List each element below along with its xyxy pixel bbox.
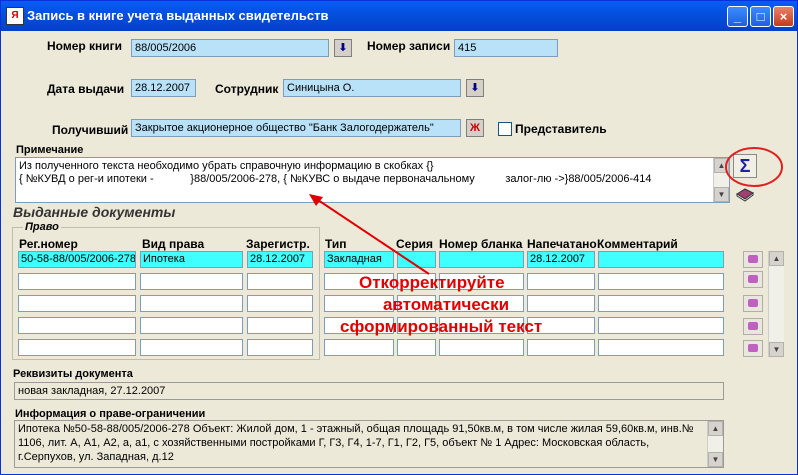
col-form-number: Номер бланка bbox=[439, 237, 523, 251]
book-number-field[interactable]: 88/005/2006 bbox=[131, 39, 329, 57]
table-cell[interactable] bbox=[140, 273, 243, 290]
right-group-label: Право bbox=[23, 221, 61, 233]
book-lookup-button[interactable]: ⬇ bbox=[334, 39, 352, 57]
employee-lookup-button[interactable]: ⬇ bbox=[466, 79, 484, 97]
col-printed: Напечатано bbox=[527, 237, 597, 251]
table-cell[interactable] bbox=[324, 339, 394, 356]
table-cell[interactable] bbox=[598, 273, 724, 290]
pencil-icon bbox=[748, 322, 758, 330]
annotation-arrow bbox=[309, 194, 430, 275]
issue-date-label: Дата выдачи bbox=[47, 82, 125, 96]
requisites-field[interactable]: новая закладная, 27.12.2007 bbox=[14, 382, 724, 400]
pencil-icon bbox=[748, 255, 758, 263]
table-cell[interactable] bbox=[598, 251, 724, 268]
representative-label: Представитель bbox=[515, 122, 607, 136]
book-number-label: Номер книги bbox=[47, 39, 123, 53]
issued-docs-title: Выданные документы bbox=[13, 204, 176, 220]
copy-doc-button[interactable] bbox=[743, 295, 763, 312]
scroll-up-icon[interactable]: ▲ bbox=[708, 421, 723, 436]
title-bar[interactable]: Я Запись в книге учета выданных свидетел… bbox=[1, 1, 797, 31]
arrow-down-icon: ⬇ bbox=[470, 82, 480, 94]
record-number-field[interactable]: 415 bbox=[454, 39, 558, 57]
table-cell[interactable] bbox=[140, 317, 243, 334]
annotation-line-1: Откорректируйте bbox=[359, 273, 505, 292]
main-window: Я Запись в книге учета выданных свидетел… bbox=[0, 0, 798, 475]
info-line-3: г.Серпухов, ул. Западная, д.12 bbox=[18, 451, 174, 463]
note-line-1: Из полученного текста необходимо убрать … bbox=[19, 160, 434, 172]
note-label: Примечание bbox=[16, 144, 84, 156]
table-cell[interactable] bbox=[598, 295, 724, 312]
table-cell[interactable] bbox=[598, 339, 724, 356]
docs-scrollbar[interactable]: ▲ ▼ bbox=[768, 251, 784, 357]
table-cell[interactable] bbox=[247, 339, 313, 356]
table-cell[interactable] bbox=[18, 339, 136, 356]
table-cell[interactable] bbox=[18, 317, 136, 334]
minimize-button[interactable]: _ bbox=[727, 6, 748, 27]
record-number-label: Номер записи bbox=[367, 39, 451, 53]
print-doc-button[interactable] bbox=[743, 318, 763, 335]
info-line-2: 1106, лит. А, А1, А2, а, а1, с хозяйстве… bbox=[18, 437, 650, 449]
scroll-down-icon[interactable]: ▼ bbox=[769, 342, 784, 357]
arrow-down-icon: ⬇ bbox=[338, 42, 348, 54]
pencil-icon bbox=[748, 299, 758, 307]
table-cell[interactable] bbox=[439, 251, 524, 268]
table-cell[interactable] bbox=[247, 295, 313, 312]
info-textarea[interactable]: Ипотека №50-58-88/005/2006-278 Объект: Ж… bbox=[14, 420, 724, 468]
table-cell[interactable]: 50-58-88/005/2006-278 bbox=[18, 251, 136, 268]
table-cell[interactable] bbox=[18, 273, 136, 290]
delete-doc-button[interactable] bbox=[743, 340, 763, 357]
annotation-line-3: сформированный текст bbox=[340, 317, 543, 336]
info-line-1: Ипотека №50-58-88/005/2006-278 Объект: Ж… bbox=[18, 423, 694, 435]
info-scrollbar[interactable]: ▲ ▼ bbox=[707, 421, 723, 467]
issue-date-field[interactable]: 28.12.2007 bbox=[131, 79, 196, 97]
recipient-label: Получивший bbox=[52, 123, 129, 137]
table-cell[interactable] bbox=[140, 295, 243, 312]
col-comment: Комментарий bbox=[597, 237, 678, 251]
table-cell[interactable] bbox=[439, 339, 524, 356]
col-right-type: Вид права bbox=[142, 237, 205, 251]
col-reg-number: Рег.номер bbox=[19, 237, 78, 251]
annotation-line-2: автоматически bbox=[383, 295, 510, 314]
edit-doc-button[interactable] bbox=[743, 271, 763, 288]
scroll-down-icon[interactable]: ▼ bbox=[708, 452, 723, 467]
window-title: Запись в книге учета выданных свидетельс… bbox=[27, 8, 329, 23]
table-cell[interactable] bbox=[397, 339, 436, 356]
representative-checkbox[interactable] bbox=[498, 122, 512, 136]
table-cell[interactable]: Ипотека bbox=[140, 251, 243, 268]
close-button[interactable]: × bbox=[773, 6, 794, 27]
note-line-2: { №КУВД о рег-и ипотеки - }88/005/2006-2… bbox=[19, 173, 652, 185]
info-label: Информация о праве-ограничении bbox=[15, 408, 206, 420]
clear-icon: Ж bbox=[470, 122, 480, 134]
requisites-label: Реквизиты документа bbox=[13, 368, 133, 380]
pencil-icon bbox=[748, 275, 758, 283]
table-cell[interactable]: 28.12.2007 bbox=[527, 251, 595, 268]
table-cell[interactable] bbox=[247, 317, 313, 334]
app-icon[interactable]: Я bbox=[6, 7, 24, 25]
highlight-circle bbox=[725, 147, 783, 187]
scroll-up-icon[interactable]: ▲ bbox=[769, 251, 784, 266]
employee-field[interactable]: Синицына О. bbox=[283, 79, 461, 97]
table-cell[interactable] bbox=[527, 273, 595, 290]
table-cell[interactable] bbox=[598, 317, 724, 334]
recipient-clear-button[interactable]: Ж bbox=[466, 119, 484, 137]
table-cell[interactable] bbox=[527, 339, 595, 356]
add-doc-button[interactable] bbox=[743, 251, 763, 268]
pencil-icon bbox=[748, 344, 758, 352]
table-cell[interactable] bbox=[527, 295, 595, 312]
employee-label: Сотрудник bbox=[215, 82, 279, 96]
table-cell[interactable] bbox=[140, 339, 243, 356]
maximize-button[interactable]: □ bbox=[750, 6, 771, 27]
recipient-field[interactable]: Закрытое акционерное общество "Банк Зало… bbox=[131, 119, 461, 137]
table-cell[interactable] bbox=[18, 295, 136, 312]
